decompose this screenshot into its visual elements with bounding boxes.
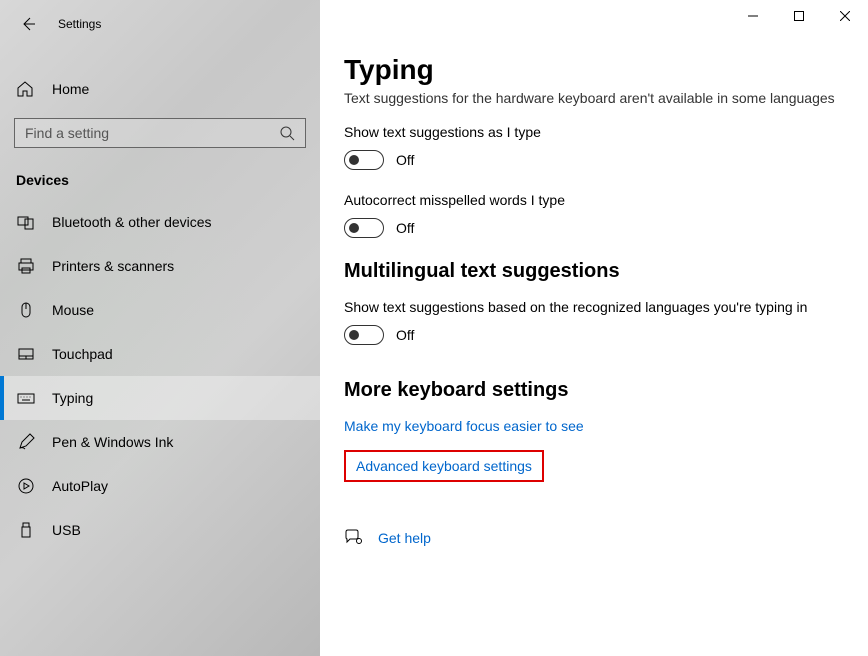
sidebar-item-label: Pen & Windows Ink: [52, 434, 173, 450]
link-keyboard-focus[interactable]: Make my keyboard focus easier to see: [344, 418, 584, 434]
toggle-suggestions: Off: [344, 150, 844, 170]
touchpad-icon: [16, 344, 36, 364]
home-label: Home: [52, 81, 89, 97]
search-box[interactable]: [14, 118, 306, 148]
close-icon: [840, 11, 850, 21]
help-link[interactable]: Get help: [378, 530, 431, 546]
printer-icon: [16, 256, 36, 276]
sidebar-item-bluetooth[interactable]: Bluetooth & other devices: [0, 200, 320, 244]
toggle-switch[interactable]: [344, 325, 384, 345]
link-advanced-keyboard[interactable]: Advanced keyboard settings: [344, 450, 544, 482]
toggle-switch[interactable]: [344, 150, 384, 170]
sidebar-item-mouse[interactable]: Mouse: [0, 288, 320, 332]
devices-icon: [16, 212, 36, 232]
toggle-switch[interactable]: [344, 218, 384, 238]
sidebar-item-label: Typing: [52, 390, 93, 406]
toggle-state: Off: [396, 327, 414, 343]
search-input[interactable]: [25, 125, 279, 141]
back-button[interactable]: [16, 12, 40, 36]
sidebar: Settings Home Devices Bluetooth & other …: [0, 0, 320, 656]
titlebar: Settings: [0, 0, 320, 48]
page-title: Typing: [344, 54, 844, 86]
setting-label: Show text suggestions as I type: [344, 124, 844, 140]
search-icon: [279, 125, 295, 141]
help-icon: [344, 528, 364, 548]
sidebar-item-label: Printers & scanners: [52, 258, 174, 274]
sidebar-item-label: Bluetooth & other devices: [52, 214, 212, 230]
home-icon: [16, 80, 36, 98]
mouse-icon: [16, 300, 36, 320]
toggle-autocorrect: Off: [344, 218, 844, 238]
usb-icon: [16, 520, 36, 540]
minimize-button[interactable]: [730, 0, 776, 32]
arrow-left-icon: [20, 16, 36, 32]
sidebar-item-label: AutoPlay: [52, 478, 108, 494]
sidebar-item-usb[interactable]: USB: [0, 508, 320, 552]
more-keyboard-heading: More keyboard settings: [344, 379, 844, 402]
setting-label: Autocorrect misspelled words I type: [344, 192, 844, 208]
setting-label: Show text suggestions based on the recog…: [344, 299, 844, 315]
autoplay-icon: [16, 476, 36, 496]
home-nav[interactable]: Home: [0, 68, 320, 110]
maximize-icon: [794, 11, 804, 21]
window-controls: [730, 0, 868, 32]
pen-icon: [16, 432, 36, 452]
keyboard-icon: [16, 388, 36, 408]
sidebar-item-label: Touchpad: [52, 346, 113, 362]
sidebar-item-typing[interactable]: Typing: [0, 376, 320, 420]
help-row: Get help: [344, 528, 844, 548]
section-title: Devices: [0, 156, 320, 200]
sidebar-item-label: USB: [52, 522, 81, 538]
toggle-state: Off: [396, 220, 414, 236]
toggle-multilingual: Off: [344, 325, 844, 345]
sidebar-item-label: Mouse: [52, 302, 94, 318]
minimize-icon: [748, 11, 758, 21]
maximize-button[interactable]: [776, 0, 822, 32]
close-button[interactable]: [822, 0, 868, 32]
sidebar-item-autoplay[interactable]: AutoPlay: [0, 464, 320, 508]
main-content: Typing Text suggestions for the hardware…: [320, 0, 868, 656]
multilingual-heading: Multilingual text suggestions: [344, 260, 844, 283]
app-title: Settings: [58, 17, 101, 31]
toggle-state: Off: [396, 152, 414, 168]
sidebar-item-pen[interactable]: Pen & Windows Ink: [0, 420, 320, 464]
sidebar-item-touchpad[interactable]: Touchpad: [0, 332, 320, 376]
sidebar-item-printers[interactable]: Printers & scanners: [0, 244, 320, 288]
truncated-note: Text suggestions for the hardware keyboa…: [344, 90, 844, 106]
